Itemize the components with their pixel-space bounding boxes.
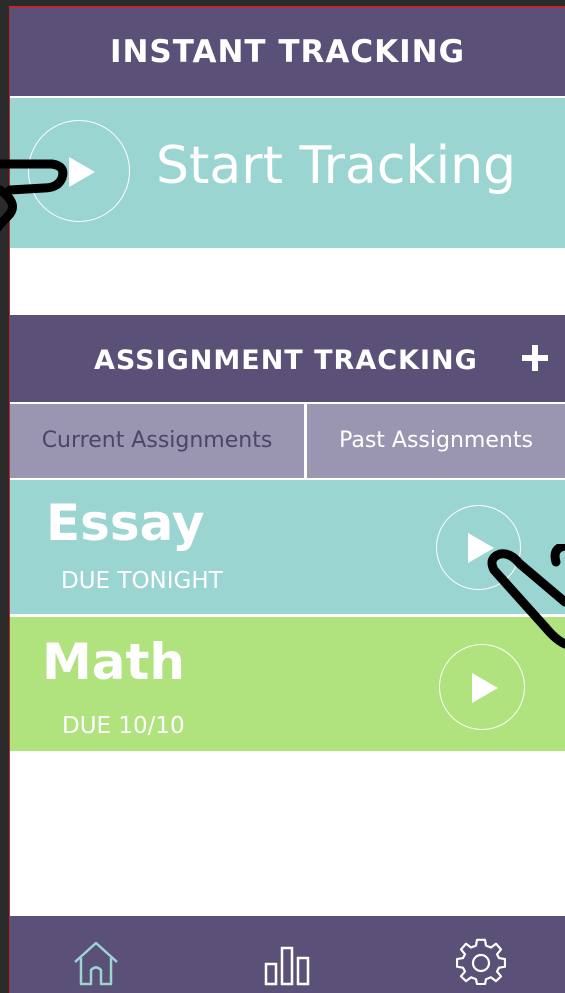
assignment-due: DUE 10/10 <box>62 713 185 739</box>
assignment-item-math[interactable]: Math DUE 10/10 <box>10 617 565 751</box>
assignment-name: Math <box>42 633 185 691</box>
play-icon[interactable] <box>439 644 525 730</box>
home-icon[interactable] <box>71 938 121 988</box>
play-icon[interactable] <box>28 120 130 222</box>
assignment-name: Essay <box>46 494 205 552</box>
play-icon[interactable] <box>436 505 521 590</box>
start-tracking-label: Start Tracking <box>156 136 517 196</box>
tab-past-assignments[interactable]: Past Assignments <box>307 404 565 478</box>
bottom-nav-bar <box>10 916 565 993</box>
assignment-tabs: Current Assignments Past Assignments <box>10 404 565 478</box>
start-tracking-button[interactable]: Start Tracking <box>10 98 565 248</box>
bar-chart-icon[interactable] <box>262 938 312 988</box>
assignment-item-essay[interactable]: Essay DUE TONIGHT <box>10 480 565 614</box>
tab-current-assignments[interactable]: Current Assignments <box>10 404 304 478</box>
assignment-tracking-title: ASSIGNMENT TRACKING <box>94 345 478 376</box>
plus-icon[interactable] <box>520 343 550 373</box>
app-screen: INSTANT TRACKING Start Tracking ASSIGNME… <box>10 8 565 993</box>
gear-icon[interactable] <box>456 938 506 988</box>
assignment-due: DUE TONIGHT <box>61 568 223 594</box>
assignment-tracking-header: ASSIGNMENT TRACKING <box>10 315 565 402</box>
instant-tracking-header: INSTANT TRACKING <box>10 8 565 96</box>
instant-tracking-title: INSTANT TRACKING <box>109 34 466 70</box>
